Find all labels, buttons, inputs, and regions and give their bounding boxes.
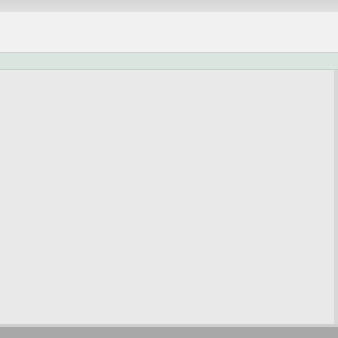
list-item[interactable] [0, 94, 120, 116]
vertical-scrollbar[interactable] [334, 70, 338, 324]
app-window [0, 0, 338, 338]
list-item[interactable] [0, 252, 255, 274]
list-item[interactable] [0, 134, 175, 156]
list-item[interactable] [0, 214, 100, 236]
toolbar [0, 12, 338, 53]
selection-highlight-bar [0, 53, 338, 70]
status-bar [0, 327, 338, 338]
window-top-edge [0, 0, 338, 12]
list-item[interactable] [0, 174, 175, 196]
list-item[interactable] [0, 293, 230, 315]
